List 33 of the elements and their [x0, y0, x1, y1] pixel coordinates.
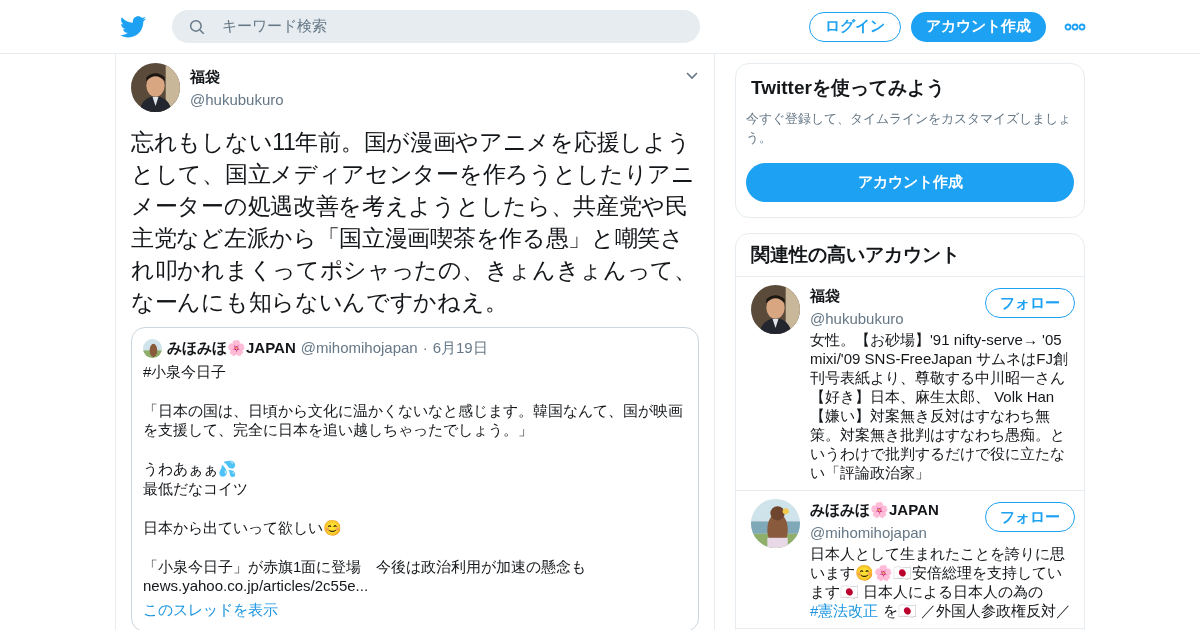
create-account-button[interactable]: アカウント作成 — [746, 162, 1074, 202]
quoted-text-line: news.yahoo.co.jp/articles/2c55e... — [143, 576, 370, 596]
bird-logo-icon[interactable] — [120, 15, 146, 38]
show-thread-link[interactable]: このスレッドを表示 — [143, 598, 687, 621]
search-input[interactable]: キーワード検索 — [222, 15, 684, 38]
separator-dot: · — [422, 338, 428, 358]
related-accounts-title: 関連性の高いアカウント — [736, 233, 1084, 277]
tweet-text: 忘れもしない11年前。国が漫画やアニメを応援しようとして、国立メディアセンターを作ろうとしたりアニメーターの処遇改善を考えようとしたら、共産党や民主党など左派から「国立漫画喫茶を作る愚」と嘲笑され叩かれまくってポシャったの、きょんきょんって、なーんにも知らないんですかねえ。 — [131, 128, 698, 317]
quoted-author-name: みほみほ🌸JAPAN — [167, 338, 296, 358]
signup-card-title: Twitterを使ってみよう — [750, 76, 946, 100]
author-name: 福袋 — [190, 67, 221, 87]
signup-button[interactable]: アカウント作成 — [911, 11, 1046, 42]
account-bio: 日本人として生まれたことを誇りに思います😊🌸🇯🇵安倍総理を支持しています🇯🇵 日本人による日本人の為の #憲法改正 を🇯🇵 ／外国人参政権反対／ — [810, 544, 1072, 620]
hashtag-link[interactable]: #憲法改正 — [810, 602, 879, 619]
account-name: 福袋 — [810, 286, 841, 306]
account-handle: @hukubukuro — [810, 308, 905, 329]
author-handle: @hukubukuro — [190, 89, 285, 110]
quoted-text-line: うわあぁぁ💦 — [143, 459, 238, 479]
quoted-text-line: 「小泉今日子」が赤旗1面に登場 今後は政治利用が加速の懸念も — [143, 556, 588, 576]
account-bio: 女性。【お砂場】'91 nifty-serve→ '05 mixi/'09 SNS-FreeJapan サムネはFJ創刊号表紙より、尊敬する中川昭一さん【好き】日本、麻生太郎、 Volk Han 【嫌い】対案無き反対はすなわち無策。対案無き批判はすなわち愚痴。というわけで批判するだけで役に立たない「評論政治家」 — [810, 330, 1069, 482]
quoted-text-line: 「日本の国は、日頃から文化に温かくないなと感じます。韓国なんて、国が映画を支援して、完全に日本を追い越しちゃったでしょう。」 — [143, 400, 684, 440]
quoted-author-handle: @mihomihojapan — [300, 338, 418, 358]
quoted-text-line: 最低だなコイツ — [143, 478, 249, 498]
quoted-text-line: 日本から出ていって欲しい😊 — [143, 517, 343, 537]
quoted-date: 6月19日 — [432, 338, 488, 358]
quoted-text-line: #小泉今日子 — [143, 361, 228, 381]
account-handle: @mihomihojapan — [810, 522, 928, 543]
more-icon[interactable] — [1064, 22, 1086, 31]
search-field[interactable]: キーワード検索 — [172, 10, 700, 43]
signup-card-subtitle: 今すぐ登録して、タイムラインをカスタマイズしましょう。 — [746, 109, 1072, 147]
chevron-down-icon[interactable] — [685, 71, 699, 80]
search-icon — [188, 17, 206, 36]
account-name: みほみほ🌸JAPAN — [810, 500, 940, 520]
